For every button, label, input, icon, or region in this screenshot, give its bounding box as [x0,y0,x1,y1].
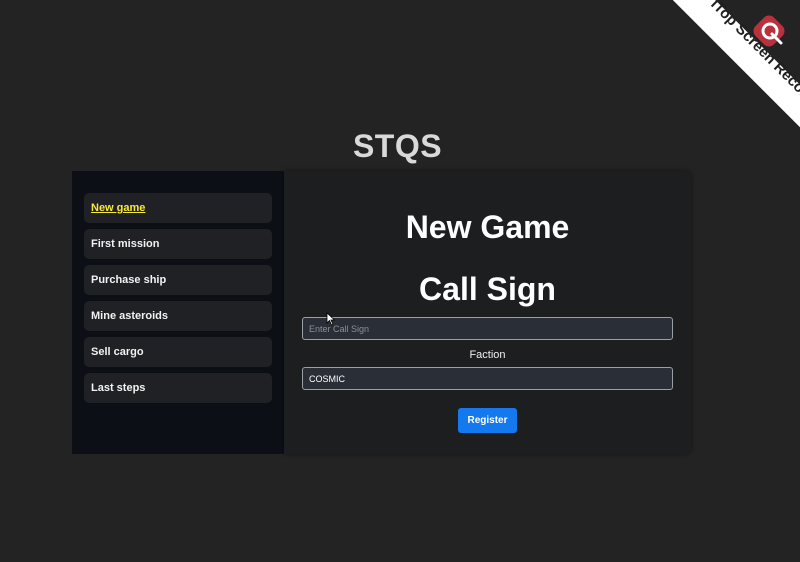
register-button[interactable]: Register [458,408,517,433]
sidebar-item-first-mission[interactable]: First mission [84,229,272,259]
watermark: iTop Screen Recorder [660,0,800,140]
sidebar-nav: New game First mission Purchase ship Min… [72,171,284,454]
sidebar-item-label: Sell cargo [91,346,144,358]
page-title: New Game [405,209,570,245]
itop-recorder-logo-icon [753,15,785,47]
sidebar-item-last-steps[interactable]: Last steps [84,373,272,403]
sidebar-item-label: Last steps [91,382,146,394]
sidebar-item-sell-cargo[interactable]: Sell cargo [84,337,272,367]
sidebar-item-label: Mine asteroids [91,310,169,322]
sidebar-item-purchase-ship[interactable]: Purchase ship [84,265,272,295]
app-layout: New game First mission Purchase ship Min… [72,171,691,454]
sidebar-item-mine-asteroids[interactable]: Mine asteroids [84,301,272,331]
mouse-cursor-icon [326,312,336,326]
sidebar-item-label: Purchase ship [91,274,167,286]
sidebar-item-label: New game [91,202,146,214]
sidebar-item-new-game[interactable]: New game [84,193,272,223]
callsign-input[interactable] [302,317,673,340]
faction-label: Faction [469,349,506,361]
faction-input[interactable] [302,367,673,390]
main-panel: New Game Call Sign Faction Register [284,171,691,454]
sidebar-item-label: First mission [91,238,160,250]
callsign-heading: Call Sign [419,271,556,307]
